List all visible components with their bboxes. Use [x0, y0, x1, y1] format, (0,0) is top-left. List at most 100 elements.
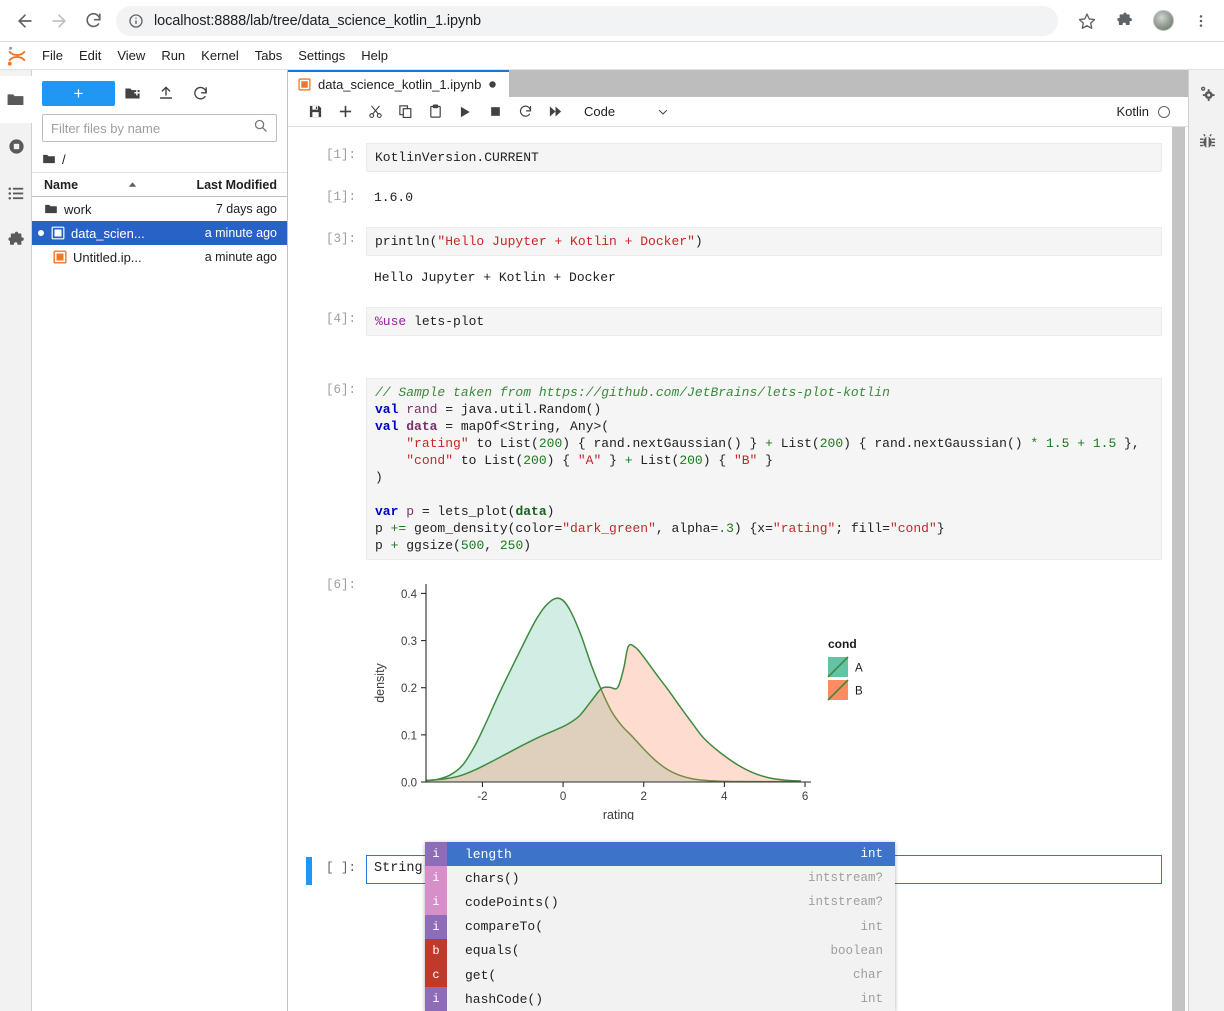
autocomplete-item[interactable]: cget(char	[425, 963, 895, 987]
browser-back-button[interactable]	[8, 4, 42, 38]
kernel-status-idle-icon	[1158, 106, 1170, 118]
autocomplete-item[interactable]: ichars()intstream?	[425, 866, 895, 890]
save-icon[interactable]	[300, 99, 330, 125]
completion-kind-icon: i	[425, 890, 447, 914]
cell-input[interactable]: // Sample taken from https://github.com/…	[366, 378, 1162, 560]
autocomplete-popup[interactable]: ilengthintichars()intstream?icodePoints(…	[425, 842, 895, 1011]
sidebar-item-running-sessions[interactable]	[0, 123, 32, 170]
new-folder-icon[interactable]	[115, 80, 149, 106]
cell-type-value: Code	[584, 104, 615, 119]
browser-menu-icon[interactable]	[1184, 4, 1218, 38]
cell-prompt: [4]:	[288, 307, 366, 326]
breadcrumb-path: /	[62, 152, 66, 167]
sidebar-item-debugger[interactable]	[1189, 116, 1224, 166]
y-tick-label: 0.0	[401, 778, 417, 790]
code-cell[interactable]: [4]: %use lets-plot	[288, 307, 1188, 336]
tab-data-science-kotlin-1[interactable]: data_science_kotlin_1.ipynb	[288, 70, 509, 97]
notebook-icon	[53, 250, 67, 264]
code-cell[interactable]: [1]: KotlinVersion.CURRENT	[288, 143, 1188, 172]
browser-reload-button[interactable]	[76, 4, 110, 38]
paste-icon[interactable]	[420, 99, 450, 125]
completion-type: int	[860, 992, 895, 1006]
x-tick-label: -2	[477, 791, 487, 803]
density-plot: 0.00.10.20.30.4-20246ratingdensitycondAB	[366, 570, 926, 825]
sidebar-item-extension-manager[interactable]	[0, 217, 32, 264]
search-icon	[253, 118, 268, 138]
sidebar-item-commands[interactable]	[0, 170, 32, 217]
file-modified: a minute ago	[172, 226, 287, 240]
stop-kernel-icon[interactable]	[480, 99, 510, 125]
browser-toolbar: localhost:8888/lab/tree/data_science_kot…	[0, 0, 1224, 41]
cell-input[interactable]: KotlinVersion.CURRENT	[366, 143, 1162, 172]
kernel-indicator[interactable]: Kotlin	[1116, 104, 1176, 119]
menu-tabs[interactable]: Tabs	[247, 44, 290, 67]
menu-view[interactable]: View	[109, 44, 153, 67]
list-item[interactable]: work 7 days ago	[32, 197, 287, 221]
completion-label: chars()	[447, 871, 808, 886]
menu-help[interactable]: Help	[353, 44, 396, 67]
completion-type: int	[860, 920, 895, 934]
new-launcher-button[interactable]: +	[42, 81, 115, 106]
sidebar-item-file-browser[interactable]	[0, 76, 32, 123]
file-browser-toolbar: +	[32, 70, 287, 110]
column-header-name-label: Name	[44, 178, 78, 192]
cut-icon[interactable]	[360, 99, 390, 125]
chevron-down-icon	[657, 106, 669, 118]
sidebar-item-property-inspector[interactable]	[1189, 70, 1224, 116]
tab-label: data_science_kotlin_1.ipynb	[318, 77, 481, 92]
autocomplete-item[interactable]: bequals(boolean	[425, 939, 895, 963]
menu-run[interactable]: Run	[153, 44, 193, 67]
completion-label: compareTo(	[447, 919, 860, 934]
file-list: work 7 days ago data_scien... a minute a…	[32, 197, 287, 269]
folder-icon	[44, 202, 58, 216]
completion-kind-icon: i	[425, 842, 447, 866]
autocomplete-item[interactable]: ilengthint	[425, 842, 895, 866]
file-filter-box[interactable]	[42, 114, 277, 142]
refresh-icon[interactable]	[183, 80, 217, 106]
cell-input[interactable]: %use lets-plot	[366, 307, 1162, 336]
copy-icon[interactable]	[390, 99, 420, 125]
code-cell[interactable]: [6]: // Sample taken from https://github…	[288, 378, 1188, 560]
y-tick-label: 0.1	[401, 730, 417, 742]
autocomplete-item[interactable]: icodePoints()intstream?	[425, 890, 895, 914]
output-cell: [1]: 1.6.0	[288, 185, 1188, 210]
y-tick-label: 0.2	[401, 683, 417, 695]
extensions-puzzle-icon[interactable]	[1108, 4, 1142, 38]
output-cell: Hello Jupyter + Kotlin + Docker	[288, 265, 1188, 290]
upload-icon[interactable]	[149, 80, 183, 106]
menu-settings[interactable]: Settings	[290, 44, 353, 67]
completion-kind-icon: i	[425, 987, 447, 1011]
file-modified: a minute ago	[172, 250, 287, 264]
profile-avatar[interactable]	[1146, 4, 1180, 38]
unsaved-dot-icon	[38, 230, 44, 236]
notebook-tabbar: data_science_kotlin_1.ipynb	[288, 70, 1188, 97]
plot-legend: condAB	[828, 637, 863, 700]
cell-input[interactable]: println("Hello Jupyter + Kotlin + Docker…	[366, 227, 1162, 256]
browser-forward-button[interactable]	[42, 4, 76, 38]
autocomplete-item[interactable]: icompareTo(int	[425, 915, 895, 939]
column-header-name[interactable]: Name	[32, 178, 172, 192]
insert-cell-icon[interactable]	[330, 99, 360, 125]
list-item[interactable]: data_scien... a minute ago	[32, 221, 287, 245]
site-info-icon[interactable]	[128, 13, 144, 29]
list-item[interactable]: Untitled.ip... a minute ago	[32, 245, 287, 269]
code-cell[interactable]: [3]: println("Hello Jupyter + Kotlin + D…	[288, 227, 1188, 256]
menu-kernel[interactable]: Kernel	[193, 44, 247, 67]
bookmark-star-icon[interactable]	[1070, 4, 1104, 38]
notebook-scrollbar[interactable]	[1172, 127, 1185, 1011]
tab-dirty-icon[interactable]	[488, 77, 497, 92]
menu-edit[interactable]: Edit	[71, 44, 109, 67]
autocomplete-item[interactable]: ihashCode()int	[425, 987, 895, 1011]
cell-type-dropdown[interactable]: Code	[584, 104, 669, 119]
notebook-icon	[298, 78, 311, 91]
restart-and-run-all-icon[interactable]	[540, 99, 570, 125]
restart-kernel-icon[interactable]	[510, 99, 540, 125]
run-cell-icon[interactable]	[450, 99, 480, 125]
notebook-toolbar: Code Kotlin	[288, 97, 1188, 127]
column-header-modified[interactable]: Last Modified	[172, 178, 287, 192]
menu-file[interactable]: File	[34, 44, 71, 67]
browser-address-bar[interactable]: localhost:8888/lab/tree/data_science_kot…	[116, 6, 1058, 36]
breadcrumb[interactable]: /	[32, 146, 287, 172]
file-filter-input[interactable]	[51, 121, 253, 136]
x-tick-label: 2	[641, 791, 647, 803]
